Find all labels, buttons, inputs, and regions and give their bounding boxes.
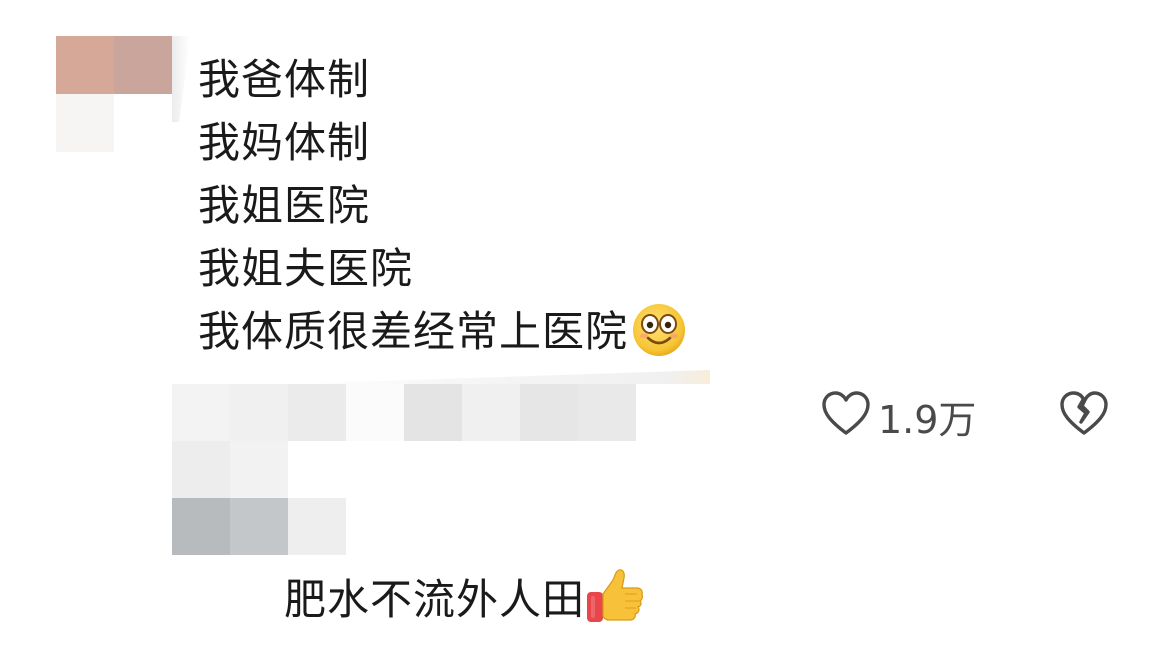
mosaic-pixel [578,384,636,441]
divider-shadow [290,370,710,384]
mosaic-pixel [172,441,230,498]
mosaic-pixel [578,441,636,498]
avatar-pixel [56,36,114,94]
mosaic-pixel [288,384,346,441]
broken-heart-icon [1058,391,1110,444]
comment-line: 我姐医院 [198,181,371,230]
mosaic-pixel [346,384,404,441]
mosaic-pixel [172,498,230,555]
avatar-pixel [114,36,172,94]
mosaic-pixel [288,498,346,555]
mosaic-pixel [520,384,578,441]
mosaic-pixel [346,441,404,498]
mosaic-pixel [230,498,288,555]
comment-line: 我爸体制 [198,55,371,104]
mosaic-pixel [404,441,462,498]
reply-text: 肥水不流外人田 [284,575,586,624]
mosaic-pixel [404,498,462,555]
mosaic-pixel [520,441,578,498]
comment-line: 我姐夫医院 [198,244,414,293]
mosaic-pixel [462,498,520,555]
comment-screenshot: 我爸体制 我妈体制 我姐医院 我姐夫医院 我体质很差经常上医院 1.9万 肥水不… [0,0,1169,656]
avatar-pixel [56,94,114,152]
comment-line-text: 我体质很差经常上医院 [198,307,629,356]
like-count: 1.9万 [878,397,977,442]
reply-body: 肥水不流外人田 [284,566,645,630]
heart-outline-icon [820,388,872,444]
like-button[interactable]: 1.9万 [820,388,976,444]
mosaic-pixel [230,441,288,498]
smile-emoji-icon [630,300,688,358]
mosaic-pixel [462,384,520,441]
avatar-edge [172,36,190,122]
mosaic-pixel [172,384,230,441]
mosaic-pixel [230,384,288,441]
comment-body: 我爸体制 我妈体制 我姐医院 我姐夫医院 我体质很差经常上医院 [198,48,688,363]
mosaic-pixel [462,441,520,498]
mosaic-pixel [520,498,578,555]
mosaic-pixel [404,384,462,441]
mosaic-pixel [578,498,636,555]
comment-line: 我妈体制 [198,118,371,167]
avatar-pixel [114,94,172,152]
dislike-button[interactable] [1058,388,1110,444]
avatar[interactable] [56,36,172,152]
mosaic-pixel [288,441,346,498]
comment-line-last: 我体质很差经常上医院 [198,300,688,363]
reply-author-censored [172,384,636,555]
thumbs-up-emoji-icon [585,566,645,626]
mosaic-pixel [346,498,404,555]
